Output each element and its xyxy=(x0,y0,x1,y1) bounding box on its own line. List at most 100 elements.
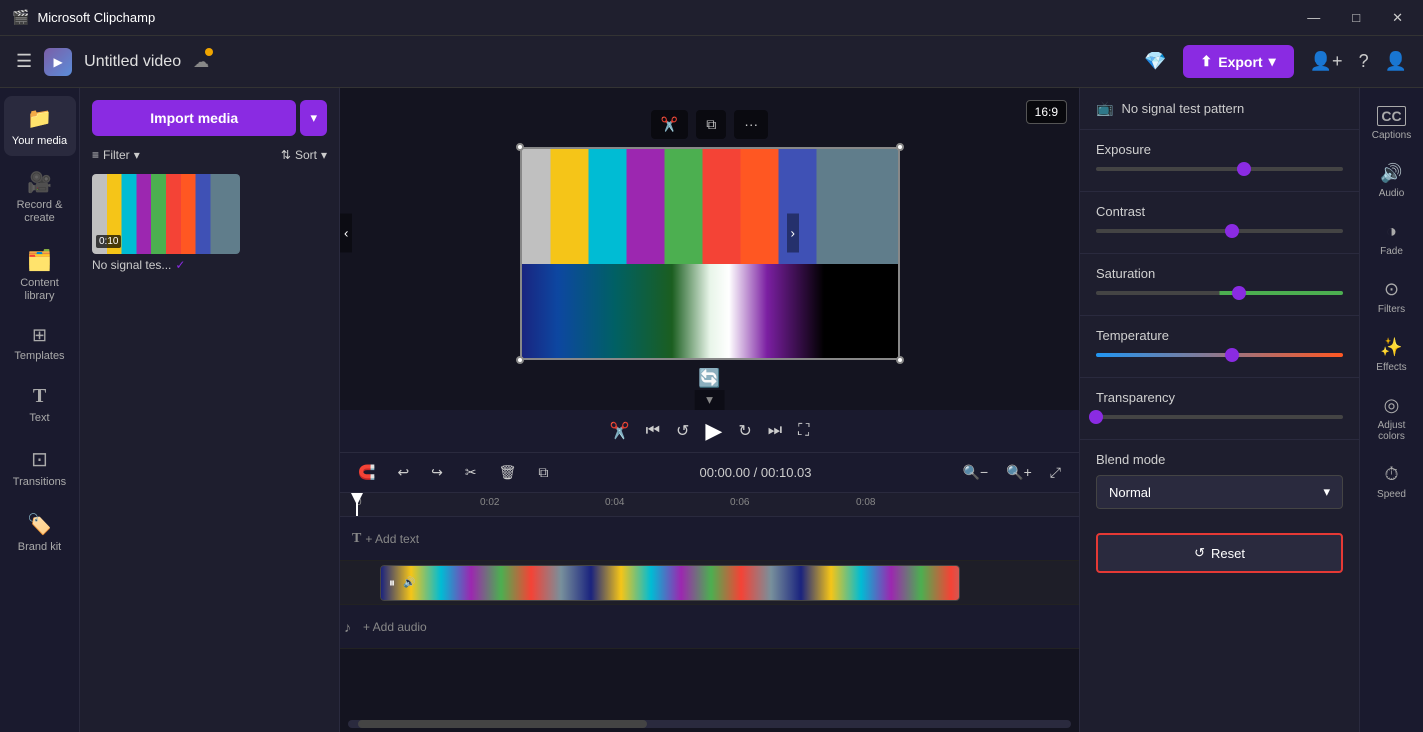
timeline-next-arrow[interactable]: › xyxy=(787,213,799,252)
record-create-icon: 🎥 xyxy=(27,170,52,195)
sidebar-item-brand-kit[interactable]: 🏷️ Brand kit xyxy=(4,502,76,562)
sidebar-item-templates-label: Templates xyxy=(14,350,64,363)
skip-forward-button[interactable]: ⏭ xyxy=(768,422,782,440)
reset-button[interactable]: ↺ Reset xyxy=(1096,533,1343,573)
fade-icon: ◑ xyxy=(1386,221,1397,242)
help-button[interactable]: ? xyxy=(1359,51,1369,72)
exposure-slider-track[interactable] xyxy=(1096,167,1343,171)
sort-button[interactable]: ⇅ Sort ▾ xyxy=(281,148,327,162)
zoom-out-button[interactable]: 🔍− xyxy=(957,460,995,485)
sort-icon: ⇅ xyxy=(281,148,291,162)
sidebar-item-text[interactable]: T Text xyxy=(4,375,76,433)
exposure-slider-container xyxy=(1096,167,1343,171)
saturation-label: Saturation xyxy=(1096,266,1343,281)
transparency-slider-track[interactable] xyxy=(1096,415,1343,419)
far-right-fade[interactable]: ◑ Fade xyxy=(1364,211,1420,265)
exposure-slider-thumb[interactable] xyxy=(1237,162,1251,176)
saturation-slider-thumb[interactable] xyxy=(1232,286,1246,300)
blend-mode-label: Blend mode xyxy=(1096,452,1343,467)
contrast-slider-track[interactable] xyxy=(1096,229,1343,233)
zoom-in-button[interactable]: 🔍+ xyxy=(1000,460,1038,485)
filters-icon: ⊙ xyxy=(1384,279,1399,300)
aspect-ratio-button[interactable]: 16:9 xyxy=(1026,100,1067,124)
timeline-scrollbar-thumb xyxy=(358,720,647,728)
captions-icon: CC xyxy=(1377,106,1405,126)
transparency-section: Transparency xyxy=(1080,378,1359,440)
far-right-adjust-colors[interactable]: ◎ Adjust colors xyxy=(1364,385,1420,450)
import-media-button[interactable]: Import media xyxy=(92,100,296,136)
sidebar-item-templates[interactable]: ⊞ Templates xyxy=(4,315,76,371)
cloud-save-icon[interactable]: ☁ xyxy=(193,54,209,71)
add-audio-button[interactable]: + Add audio xyxy=(355,616,435,638)
video-clip[interactable]: ⏸ 🔊 xyxy=(380,565,960,601)
sidebar-item-transitions[interactable]: ⊡ Transitions xyxy=(4,437,76,497)
import-dropdown-button[interactable]: ▾ xyxy=(300,100,327,136)
minimize-button[interactable]: — xyxy=(1299,8,1328,28)
pip-tool-button[interactable]: ⧉ xyxy=(696,110,726,139)
blend-mode-dropdown[interactable]: Normal ▾ xyxy=(1096,475,1343,509)
refresh-icon[interactable]: 🔄 xyxy=(698,368,720,389)
sidebar-item-record-create[interactable]: 🎥 Record & create xyxy=(4,160,76,233)
saturation-slider-track[interactable] xyxy=(1096,291,1343,295)
rewind-5s-button[interactable]: ↺ xyxy=(676,421,689,441)
media-item[interactable]: 0:10 No signal tes... ✓ xyxy=(92,174,327,272)
left-sidebar: 📁 Your media 🎥 Record & create 🗂️ Conten… xyxy=(0,88,80,732)
account-button[interactable]: 👤 xyxy=(1385,51,1407,72)
playback-controls: ✂️ ⏮ ↺ ▶ ↻ ⏭ ⛶ xyxy=(340,410,1079,452)
text-track-icon: T xyxy=(352,531,361,547)
add-text-button[interactable]: T + Add text xyxy=(344,527,427,551)
timeline-scrollbar[interactable] xyxy=(348,720,1071,728)
fit-timeline-button[interactable]: ⤢ xyxy=(1044,460,1067,485)
redo-button[interactable]: ↪ xyxy=(425,460,449,485)
duplicate-button[interactable]: ⧉ xyxy=(532,460,554,485)
magic-cut-button[interactable]: ✂️ xyxy=(610,421,630,441)
sidebar-item-your-media[interactable]: 📁 Your media xyxy=(4,96,76,156)
music-note-icon: ♪ xyxy=(344,619,351,635)
transparency-slider-thumb[interactable] xyxy=(1089,410,1103,424)
far-right-effects[interactable]: ✨ Effects xyxy=(1364,327,1420,381)
sidebar-item-content-library[interactable]: 🗂️ Content library xyxy=(4,238,76,311)
transitions-icon: ⊡ xyxy=(31,447,48,472)
temperature-slider-thumb[interactable] xyxy=(1225,348,1239,362)
delete-button[interactable]: 🗑 xyxy=(493,460,523,485)
premium-icon[interactable]: 💎 xyxy=(1144,51,1166,72)
saturation-section: Saturation xyxy=(1080,254,1359,316)
ruler-mark-2: 0:02 xyxy=(480,497,499,508)
far-right-audio[interactable]: 🔊 Audio xyxy=(1364,153,1420,207)
filter-button[interactable]: ≡ Filter ▾ xyxy=(92,148,140,162)
maximize-button[interactable]: □ xyxy=(1344,8,1368,28)
play-button[interactable]: ▶ xyxy=(705,418,722,444)
temperature-slider-track[interactable] xyxy=(1096,353,1343,357)
playhead[interactable] xyxy=(356,493,358,516)
resize-handle-tr[interactable] xyxy=(896,143,904,151)
more-options-button[interactable]: ··· xyxy=(734,110,768,139)
far-right-filters[interactable]: ⊙ Filters xyxy=(1364,269,1420,323)
crop-tool-button[interactable]: ✂️ xyxy=(651,110,688,139)
export-button[interactable]: ⬆ Export ▾ xyxy=(1183,45,1294,78)
far-right-captions[interactable]: CC Captions xyxy=(1364,96,1420,149)
collapse-preview-button[interactable]: ▾ xyxy=(694,390,725,410)
contrast-slider-thumb[interactable] xyxy=(1225,224,1239,238)
media-duration: 0:10 xyxy=(96,235,121,248)
skip-backward-button[interactable]: ⏮ xyxy=(646,422,660,440)
close-button[interactable]: ✕ xyxy=(1384,8,1411,28)
video-clip-content: ⏸ 🔊 xyxy=(380,565,960,601)
undo-button[interactable]: ↩ xyxy=(391,460,415,485)
menu-button[interactable]: ☰ xyxy=(16,51,32,72)
share-button[interactable]: 👤+ xyxy=(1310,51,1343,72)
project-title[interactable]: Untitled video xyxy=(84,53,181,71)
resize-handle-bl[interactable] xyxy=(516,356,524,364)
timeline-prev-arrow[interactable]: ‹ xyxy=(340,213,352,252)
cut-button[interactable]: ✂ xyxy=(459,460,483,485)
blend-mode-chevron-icon: ▾ xyxy=(1323,484,1330,500)
text-track: T + Add text xyxy=(340,517,1079,561)
resize-handle-br[interactable] xyxy=(896,356,904,364)
blend-mode-section: Blend mode Normal ▾ xyxy=(1080,440,1359,521)
far-right-speed[interactable]: ⏱ Speed xyxy=(1364,454,1420,508)
magnet-tool-button[interactable]: 🧲 xyxy=(352,460,381,485)
checkmark-icon: ✓ xyxy=(175,258,185,272)
forward-5s-button[interactable]: ↻ xyxy=(738,421,751,441)
fullscreen-button[interactable]: ⛶ xyxy=(798,422,809,440)
export-label: Export xyxy=(1218,54,1262,70)
resize-handle-tl[interactable] xyxy=(516,143,524,151)
